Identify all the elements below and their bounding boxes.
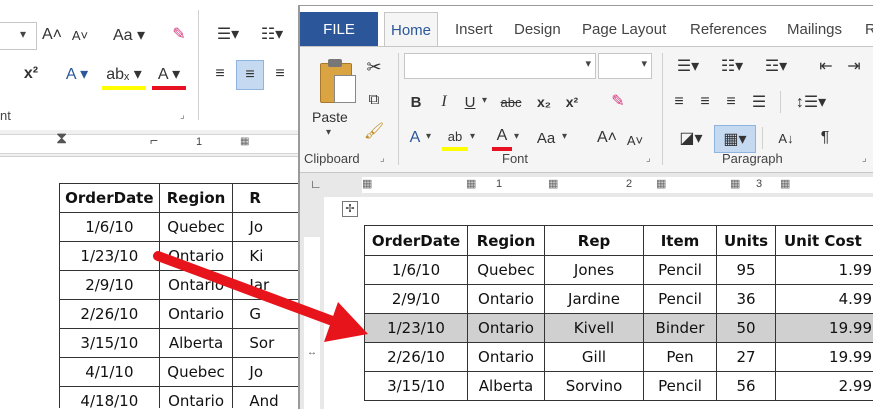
move-row-arrow	[0, 0, 873, 408]
arrow-shaft	[158, 256, 338, 323]
